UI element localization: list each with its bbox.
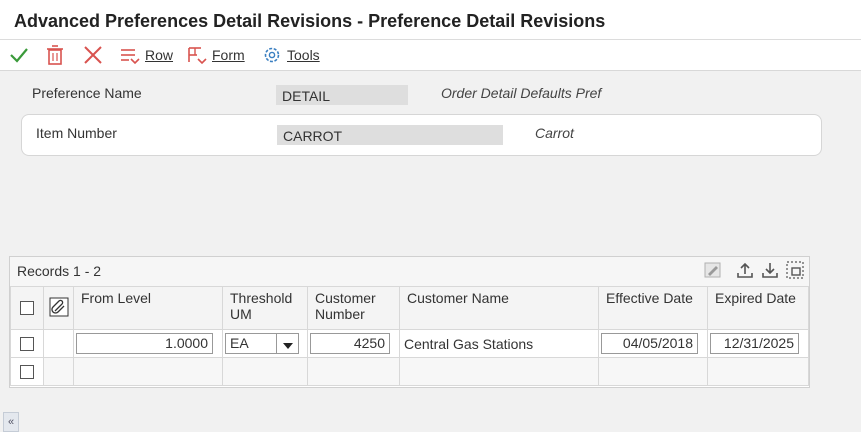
grid-header-bar: Records 1 - 2 [10, 257, 809, 286]
records-count: Records 1 - 2 [17, 263, 102, 279]
row-checkbox[interactable] [20, 336, 34, 351]
preference-name-label: Preference Name [32, 85, 142, 101]
column-header-customer-number[interactable]: Customer Number [307, 286, 400, 330]
item-number-label: Item Number [36, 125, 117, 141]
select-all-checkbox[interactable] [20, 301, 34, 315]
checkmark-icon [8, 44, 30, 66]
tools-menu-button[interactable]: Tools [261, 44, 320, 66]
from-level-cell: 1.0000 [73, 329, 223, 358]
grid-table: From Level Threshold UM Customer Number … [10, 286, 809, 386]
from-level-input[interactable]: 1.0000 [76, 333, 213, 354]
customer-number-cell: 4250 [307, 329, 400, 358]
item-number-field: CARROT [277, 125, 503, 145]
preference-name-field: DETAIL [276, 85, 408, 105]
select-all-column[interactable] [10, 286, 44, 330]
upload-icon[interactable] [735, 260, 755, 283]
collapse-panel-button[interactable]: « [3, 412, 19, 432]
attachment-column [43, 286, 74, 330]
row-select-cell[interactable] [10, 357, 44, 386]
form-menu-label: Form [212, 47, 245, 63]
row-menu-icon [119, 44, 141, 66]
column-header-expired-date[interactable]: Expired Date [707, 286, 809, 330]
preference-name-description: Order Detail Defaults Pref [441, 85, 602, 101]
tools-menu-label: Tools [287, 47, 320, 63]
threshold-um-select[interactable]: EA [225, 333, 307, 354]
column-header-from-level[interactable]: From Level [73, 286, 223, 330]
threshold-um-cell: EA [222, 329, 308, 358]
customer-name-cell: Central Gas Stations [399, 329, 599, 358]
ok-button[interactable] [8, 44, 30, 66]
trash-icon [45, 44, 65, 66]
page-title: Advanced Preferences Detail Revisions - … [14, 11, 606, 31]
edit-grid-icon[interactable] [703, 260, 723, 283]
paperclip-icon [49, 297, 69, 320]
maximize-grid-icon[interactable] [785, 260, 805, 283]
expired-date-cell: 12/31/2025 [707, 329, 809, 358]
column-header-customer-name[interactable]: Customer Name [399, 286, 599, 330]
row-select-cell[interactable] [10, 329, 44, 358]
toolbar: Row Form Tools [0, 40, 861, 71]
grid-header-row: From Level Threshold UM Customer Number … [10, 286, 809, 330]
effective-date-cell: 04/05/2018 [598, 329, 708, 358]
table-row-empty [10, 357, 809, 386]
column-header-threshold-um[interactable]: Threshold UM [222, 286, 308, 330]
customer-number-input[interactable]: 4250 [310, 333, 390, 354]
table-row: 1.0000 EA 4250 Central Gas Stations 04/0… [10, 329, 809, 358]
row-checkbox[interactable] [20, 364, 34, 379]
chevron-down-icon [282, 336, 293, 352]
row-menu-button[interactable]: Row [119, 44, 173, 66]
title-bar: Advanced Preferences Detail Revisions - … [0, 0, 861, 40]
detail-grid: Records 1 - 2 From Level Threshold UM Cu… [9, 256, 810, 388]
expired-date-input[interactable]: 12/31/2025 [710, 333, 799, 354]
gear-icon [261, 44, 283, 66]
row-attachment-cell [43, 329, 74, 358]
form-menu-button[interactable]: Form [186, 44, 245, 66]
threshold-um-dropdown-button[interactable] [277, 333, 299, 354]
cancel-button[interactable] [82, 44, 104, 66]
threshold-um-input[interactable]: EA [225, 333, 277, 354]
form-menu-icon [186, 44, 208, 66]
item-number-description: Carrot [535, 125, 574, 141]
delete-button[interactable] [45, 44, 65, 66]
download-icon[interactable] [760, 260, 780, 283]
customer-name-value: Central Gas Stations [404, 335, 534, 352]
row-menu-label: Row [145, 47, 174, 63]
effective-date-input[interactable]: 04/05/2018 [601, 333, 698, 354]
close-icon [82, 44, 104, 66]
column-header-effective-date[interactable]: Effective Date [598, 286, 708, 330]
